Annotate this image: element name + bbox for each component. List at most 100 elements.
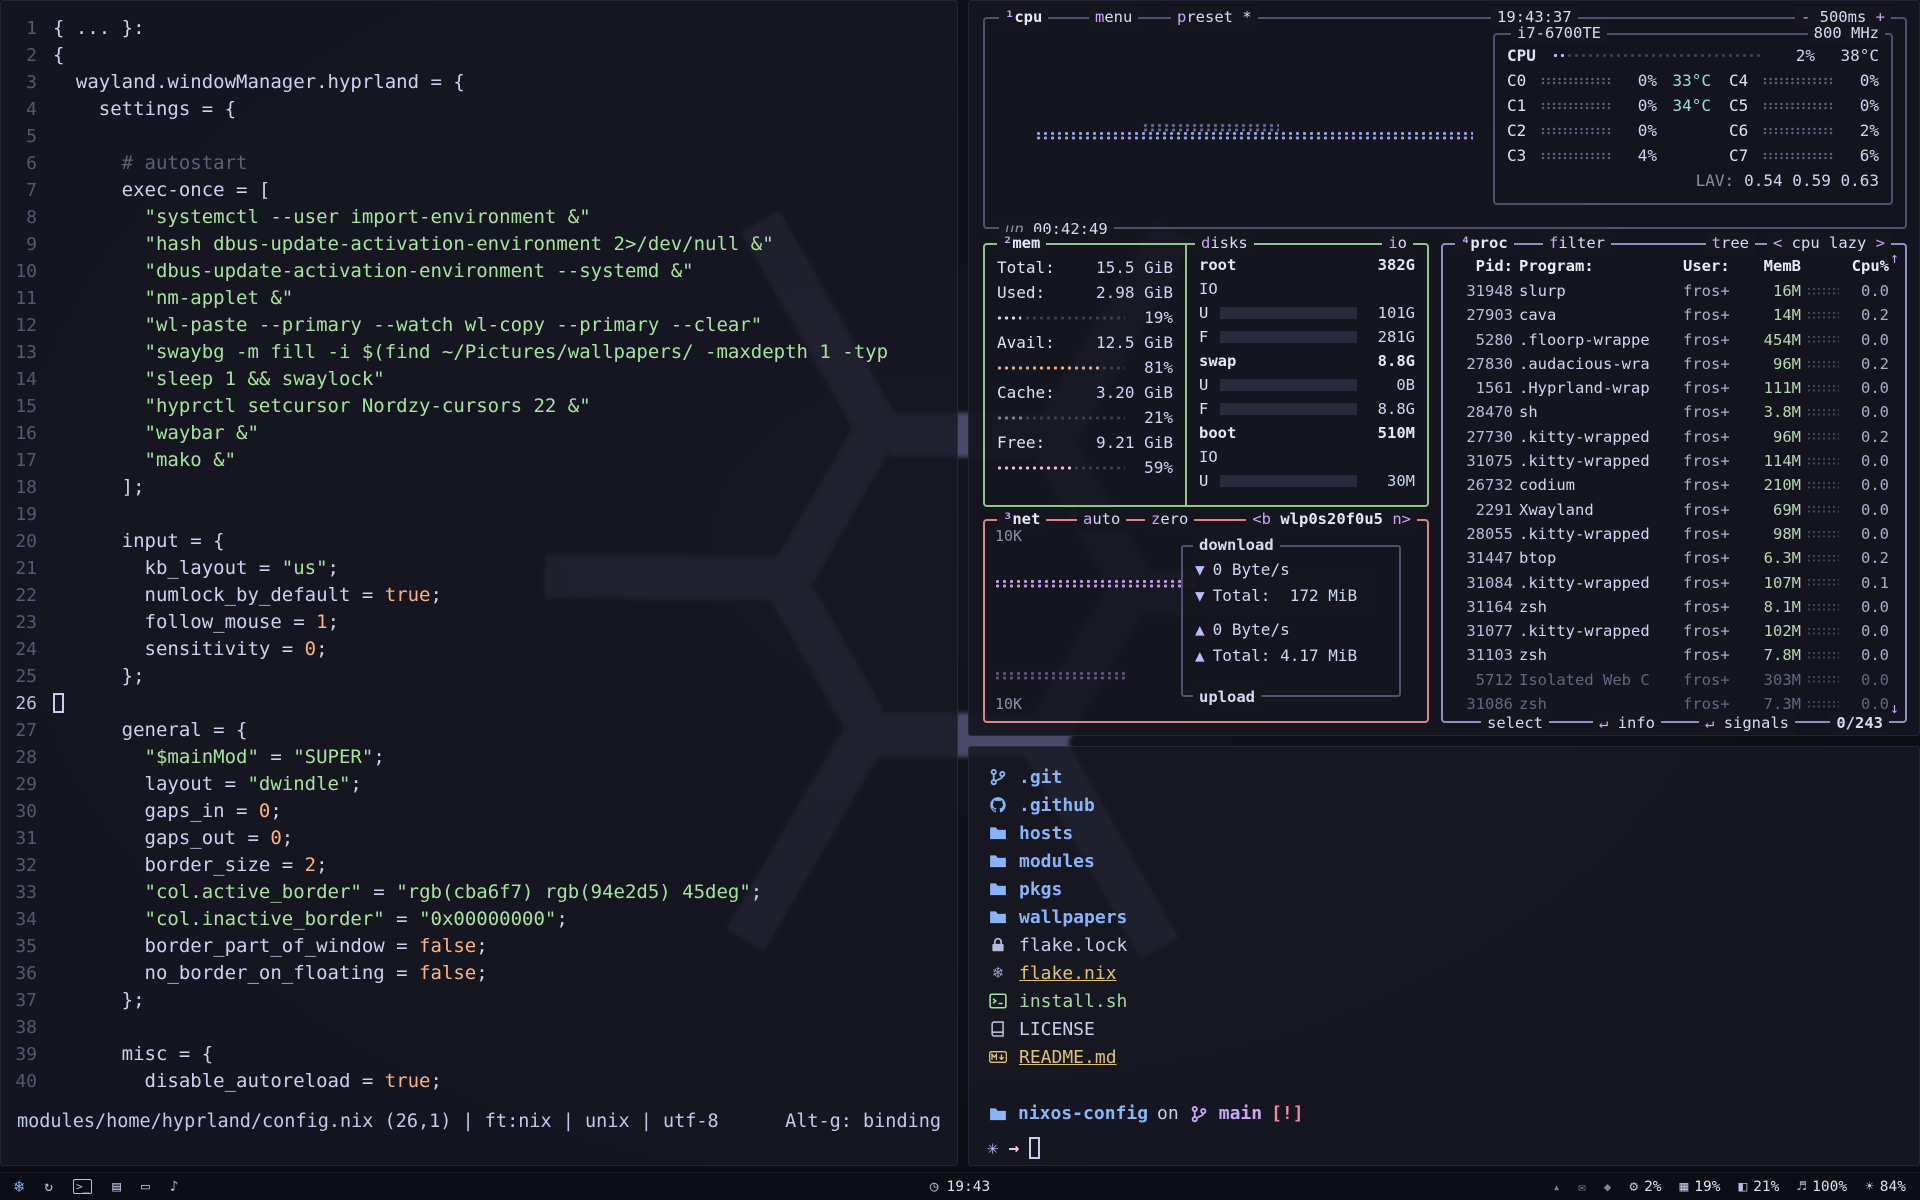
code-line[interactable]: 16 "waybar &"	[1, 420, 957, 447]
code-line[interactable]: 33 "col.active_border" = "rgb(cba6f7) rg…	[1, 879, 957, 906]
code-line[interactable]: 37 };	[1, 987, 957, 1014]
process-row[interactable]: 5712Isolated Web Cfros+303M0.0	[1451, 668, 1899, 692]
file-entry[interactable]: hosts	[987, 819, 1127, 847]
net-interface-selector[interactable]: <b wlp0s20f0u5 n>	[1246, 508, 1417, 530]
code-line[interactable]: 22 numlock_by_default = true;	[1, 582, 957, 609]
code-line[interactable]: 19	[1, 501, 957, 528]
code-line[interactable]: 27 general = {	[1, 717, 957, 744]
code-line[interactable]: 30 gaps_in = 0;	[1, 798, 957, 825]
process-row[interactable]: 28470shfros+3.8M0.0	[1451, 400, 1899, 424]
cpu-module[interactable]: ⚙2%	[1629, 1179, 1661, 1195]
code-line[interactable]: 25 };	[1, 663, 957, 690]
process-row[interactable]: 31447btopfros+6.3M0.2	[1451, 546, 1899, 570]
code-line[interactable]: 12 "wl-paste --primary --watch wl-copy -…	[1, 312, 957, 339]
proc-sort-control[interactable]: < cpu lazy >	[1767, 232, 1891, 254]
process-row[interactable]: 28055.kitty-wrappedfros+98M0.0	[1451, 522, 1899, 546]
file-entry[interactable]: pkgs	[987, 875, 1127, 903]
notes-icon[interactable]: ▤	[112, 1179, 121, 1195]
file-entry[interactable]: modules	[987, 847, 1127, 875]
code-line[interactable]: 26	[1, 690, 957, 717]
file-entry[interactable]: wallpapers	[987, 903, 1127, 931]
process-row[interactable]: 31077.kitty-wrappedfros+102M0.0	[1451, 619, 1899, 643]
memory-module[interactable]: ▦19%	[1680, 1179, 1721, 1195]
code-line[interactable]: 29 layout = "dwindle";	[1, 771, 957, 798]
code-line[interactable]: 9 "hash dbus-update-activation-environme…	[1, 231, 957, 258]
btop-window[interactable]: ¹cpu menu preset * 19:43:37 - 500ms + i7…	[968, 0, 1920, 736]
process-row[interactable]: 5280.floorp-wrappefros+454M0.0	[1451, 328, 1899, 352]
bar-clock-module[interactable]: ◷ 19:43	[930, 1179, 990, 1195]
code-line[interactable]: 24 sensitivity = 0;	[1, 636, 957, 663]
process-row[interactable]: 1561.Hyprland-wrapfros+111M0.0	[1451, 376, 1899, 400]
mail-tray-icon[interactable]: ✉	[1578, 1179, 1586, 1194]
code-line[interactable]: 31 gaps_out = 0;	[1, 825, 957, 852]
file-entry[interactable]: .github	[987, 791, 1127, 819]
code-line[interactable]: 3 wayland.windowManager.hyprland = {	[1, 69, 957, 96]
code-line[interactable]: 5	[1, 123, 957, 150]
shell-prompt-input-line[interactable]: ✳ →	[987, 1137, 1040, 1159]
proc-hint-info[interactable]: ↵ info	[1593, 712, 1661, 734]
btop-proc-box[interactable]: ⁴proc filter tree < cpu lazy > ↑ ↓ Pid: …	[1441, 243, 1907, 723]
file-entry[interactable]: ❄flake.nix	[987, 959, 1127, 987]
volume-module[interactable]: ♬100%	[1797, 1179, 1847, 1195]
chevron-up-tray-icon[interactable]: ▴	[1553, 1179, 1561, 1194]
process-row[interactable]: 2291Xwaylandfros+69M0.0	[1451, 498, 1899, 522]
net-zero-toggle[interactable]: zero	[1145, 508, 1194, 530]
process-row[interactable]: 27730.kitty-wrappedfros+96M0.2	[1451, 425, 1899, 449]
process-row[interactable]: 31948slurpfros+16M0.0	[1451, 279, 1899, 303]
code-line[interactable]: 32 border_size = 2;	[1, 852, 957, 879]
code-line[interactable]: 34 "col.inactive_border" = "0x00000000";	[1, 906, 957, 933]
proc-filter-button[interactable]: filter	[1543, 232, 1611, 254]
code-line[interactable]: 18 ];	[1, 474, 957, 501]
code-line[interactable]: 36 no_border_on_floating = false;	[1, 960, 957, 987]
code-line[interactable]: 7 exec-once = [	[1, 177, 957, 204]
code-line[interactable]: 40 disable_autoreload = true;	[1, 1068, 957, 1095]
proc-table-header[interactable]: Pid: Program: User: MemB Cpu%	[1451, 253, 1899, 279]
process-row[interactable]: 31084.kitty-wrappedfros+107M0.1	[1451, 571, 1899, 595]
code-line[interactable]: 39 misc = {	[1, 1041, 957, 1068]
code-line[interactable]: 23 follow_mouse = 1;	[1, 609, 957, 636]
process-row[interactable]: 27903cavafros+14M0.2	[1451, 303, 1899, 327]
proc-hint-select[interactable]: select	[1481, 712, 1549, 734]
file-entry[interactable]: flake.lock	[987, 931, 1127, 959]
process-row[interactable]: 31164zshfros+8.1M0.0	[1451, 595, 1899, 619]
code-line[interactable]: 38	[1, 1014, 957, 1041]
editor-code[interactable]: 1{ ... }:2{3 wayland.windowManager.hyprl…	[1, 15, 957, 1095]
file-entry[interactable]: .git	[987, 763, 1127, 791]
code-line[interactable]: 35 border_part_of_window = false;	[1, 933, 957, 960]
code-line[interactable]: 8 "systemctl --user import-environment &…	[1, 204, 957, 231]
nixos-icon[interactable]: ❄	[14, 1177, 24, 1197]
display-icon[interactable]: ▭	[141, 1179, 150, 1195]
process-row[interactable]: 31075.kitty-wrappedfros+114M0.0	[1451, 449, 1899, 473]
code-line[interactable]: 6 # autostart	[1, 150, 957, 177]
file-entry[interactable]: LICENSE	[987, 1015, 1127, 1043]
proc-hint-signals[interactable]: ↵ signals	[1699, 712, 1795, 734]
power-icon[interactable]: ↻	[44, 1179, 53, 1195]
music-icon[interactable]: ♪	[170, 1179, 179, 1195]
code-line[interactable]: 11 "nm-applet &"	[1, 285, 957, 312]
btop-preset-button[interactable]: preset *	[1171, 6, 1258, 28]
proc-tree-toggle[interactable]: tree	[1706, 232, 1755, 254]
code-line[interactable]: 15 "hyprctl setcursor Nordzy-cursors 22 …	[1, 393, 957, 420]
terminal-window[interactable]: .git.githubhostsmodulespkgswallpapersfla…	[968, 746, 1920, 1166]
process-row[interactable]: 27830.audacious-wrafros+96M0.2	[1451, 352, 1899, 376]
brightness-module[interactable]: ☀84%	[1865, 1179, 1906, 1195]
net-auto-toggle[interactable]: auto	[1077, 508, 1126, 530]
code-line[interactable]: 10 "dbus-update-activation-environment -…	[1, 258, 957, 285]
code-line[interactable]: 17 "mako &"	[1, 447, 957, 474]
editor-window[interactable]: 1{ ... }:2{3 wayland.windowManager.hyprl…	[0, 0, 958, 1166]
code-line[interactable]: 14 "sleep 1 && swaylock"	[1, 366, 957, 393]
terminal-icon[interactable]: >_	[73, 1179, 92, 1194]
disk-module[interactable]: ◧21%	[1738, 1179, 1779, 1195]
code-line[interactable]: 4 settings = {	[1, 96, 957, 123]
btop-menu-button[interactable]: menu	[1089, 6, 1138, 28]
code-line[interactable]: 2{	[1, 42, 957, 69]
process-row[interactable]: 31103zshfros+7.8M0.0	[1451, 643, 1899, 667]
cpu-box-title[interactable]: ¹cpu	[999, 6, 1048, 28]
btop-mem-box[interactable]: ²mem disks io Total:15.5 GiBUsed:2.98 Gi…	[983, 243, 1429, 507]
palette-tray-icon[interactable]: ◆	[1604, 1179, 1612, 1194]
file-entry[interactable]: README.md	[987, 1043, 1127, 1071]
code-line[interactable]: 20 input = {	[1, 528, 957, 555]
process-row[interactable]: 26732codiumfros+210M0.0	[1451, 473, 1899, 497]
code-line[interactable]: 13 "swaybg -m fill -i $(find ~/Pictures/…	[1, 339, 957, 366]
file-entry[interactable]: install.sh	[987, 987, 1127, 1015]
